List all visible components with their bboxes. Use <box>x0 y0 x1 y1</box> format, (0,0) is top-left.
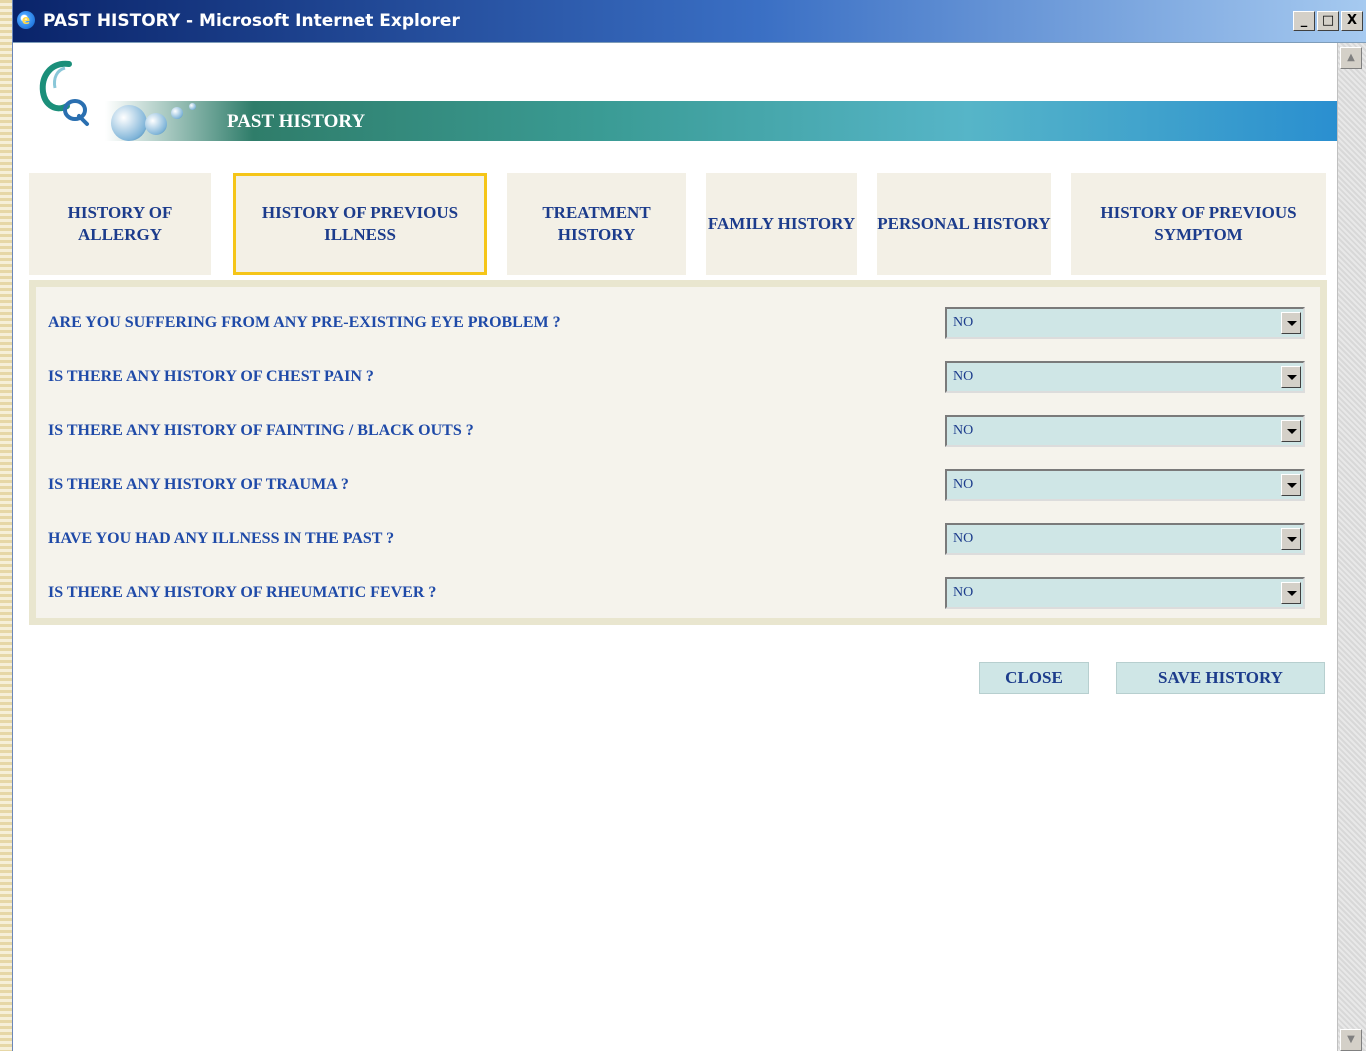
close-window-button[interactable]: X <box>1341 11 1363 31</box>
save-history-button[interactable]: SAVE HISTORY <box>1116 662 1325 694</box>
dropdown-arrow-icon[interactable] <box>1281 420 1301 442</box>
select-value: NO <box>953 477 974 492</box>
select-value: NO <box>953 423 974 438</box>
dropdown-arrow-icon[interactable] <box>1281 312 1301 334</box>
internet-explorer-icon: e <box>17 11 35 29</box>
tab-personal-history[interactable]: PERSONAL HISTORY <box>877 173 1051 275</box>
tab-family-history[interactable]: FAMILY HISTORY <box>706 173 857 275</box>
question-label: IS THERE ANY HISTORY OF RHEUMATIC FEVER … <box>48 584 437 601</box>
dropdown-arrow-icon[interactable] <box>1281 528 1301 550</box>
select-value: NO <box>953 315 974 330</box>
bubble-decoration-icon <box>189 103 196 110</box>
question-label: HAVE YOU HAD ANY ILLNESS IN THE PAST ? <box>48 530 395 547</box>
dropdown-arrow-icon[interactable] <box>1281 582 1301 604</box>
trauma-select[interactable]: NO <box>945 469 1305 501</box>
question-label: ARE YOU SUFFERING FROM ANY PRE-EXISTING … <box>48 314 561 331</box>
tab-history-of-allergy[interactable]: HISTORY OF ALLERGY <box>29 173 211 275</box>
history-tabs: HISTORY OF ALLERGY HISTORY OF PREVIOUS I… <box>29 173 1326 275</box>
title-bar[interactable]: e PAST HISTORY - Microsoft Internet Expl… <box>13 0 1366 43</box>
select-value: NO <box>953 585 974 600</box>
scroll-up-arrow-icon[interactable]: ▲ <box>1340 47 1362 69</box>
previous-illness-form: ARE YOU SUFFERING FROM ANY PRE-EXISTING … <box>29 280 1327 625</box>
bubble-decoration-icon <box>171 107 183 119</box>
fainting-select[interactable]: NO <box>945 415 1305 447</box>
dropdown-arrow-icon[interactable] <box>1281 474 1301 496</box>
window-title: PAST HISTORY - Microsoft Internet Explor… <box>43 11 460 31</box>
select-value: NO <box>953 531 974 546</box>
select-value: NO <box>953 369 974 384</box>
bubble-decoration-icon <box>111 105 147 141</box>
ie-window: e PAST HISTORY - Microsoft Internet Expl… <box>12 0 1366 1051</box>
question-label: IS THERE ANY HISTORY OF TRAUMA ? <box>48 476 349 493</box>
eye-problem-select[interactable]: NO <box>945 307 1305 339</box>
page-banner: PAST HISTORY <box>105 101 1338 141</box>
maximize-button[interactable]: □ <box>1317 11 1339 31</box>
window-controls: _ □ X <box>1293 11 1363 31</box>
question-label: IS THERE ANY HISTORY OF FAINTING / BLACK… <box>48 422 474 439</box>
chest-pain-select[interactable]: NO <box>945 361 1305 393</box>
dropdown-arrow-icon[interactable] <box>1281 366 1301 388</box>
app-logo-icon <box>39 60 89 126</box>
past-illness-select[interactable]: NO <box>945 523 1305 555</box>
bubble-decoration-icon <box>145 113 167 135</box>
minimize-button[interactable]: _ <box>1293 11 1315 31</box>
vertical-scrollbar[interactable]: ▲ ▼ <box>1337 43 1366 1051</box>
tab-treatment-history[interactable]: TREATMENT HISTORY <box>507 173 686 275</box>
close-button[interactable]: CLOSE <box>979 662 1089 694</box>
scroll-down-arrow-icon[interactable]: ▼ <box>1340 1029 1362 1051</box>
rheumatic-fever-select[interactable]: NO <box>945 577 1305 609</box>
tab-history-of-previous-illness[interactable]: HISTORY OF PREVIOUS ILLNESS <box>233 173 487 275</box>
tab-history-of-previous-symptom[interactable]: HISTORY OF PREVIOUS SYMPTOM <box>1071 173 1326 275</box>
page-title: PAST HISTORY <box>227 111 366 132</box>
question-label: IS THERE ANY HISTORY OF CHEST PAIN ? <box>48 368 374 385</box>
page-content: PAST HISTORY HISTORY OF ALLERGY HISTORY … <box>13 43 1338 1051</box>
desktop-edge <box>0 0 12 1051</box>
